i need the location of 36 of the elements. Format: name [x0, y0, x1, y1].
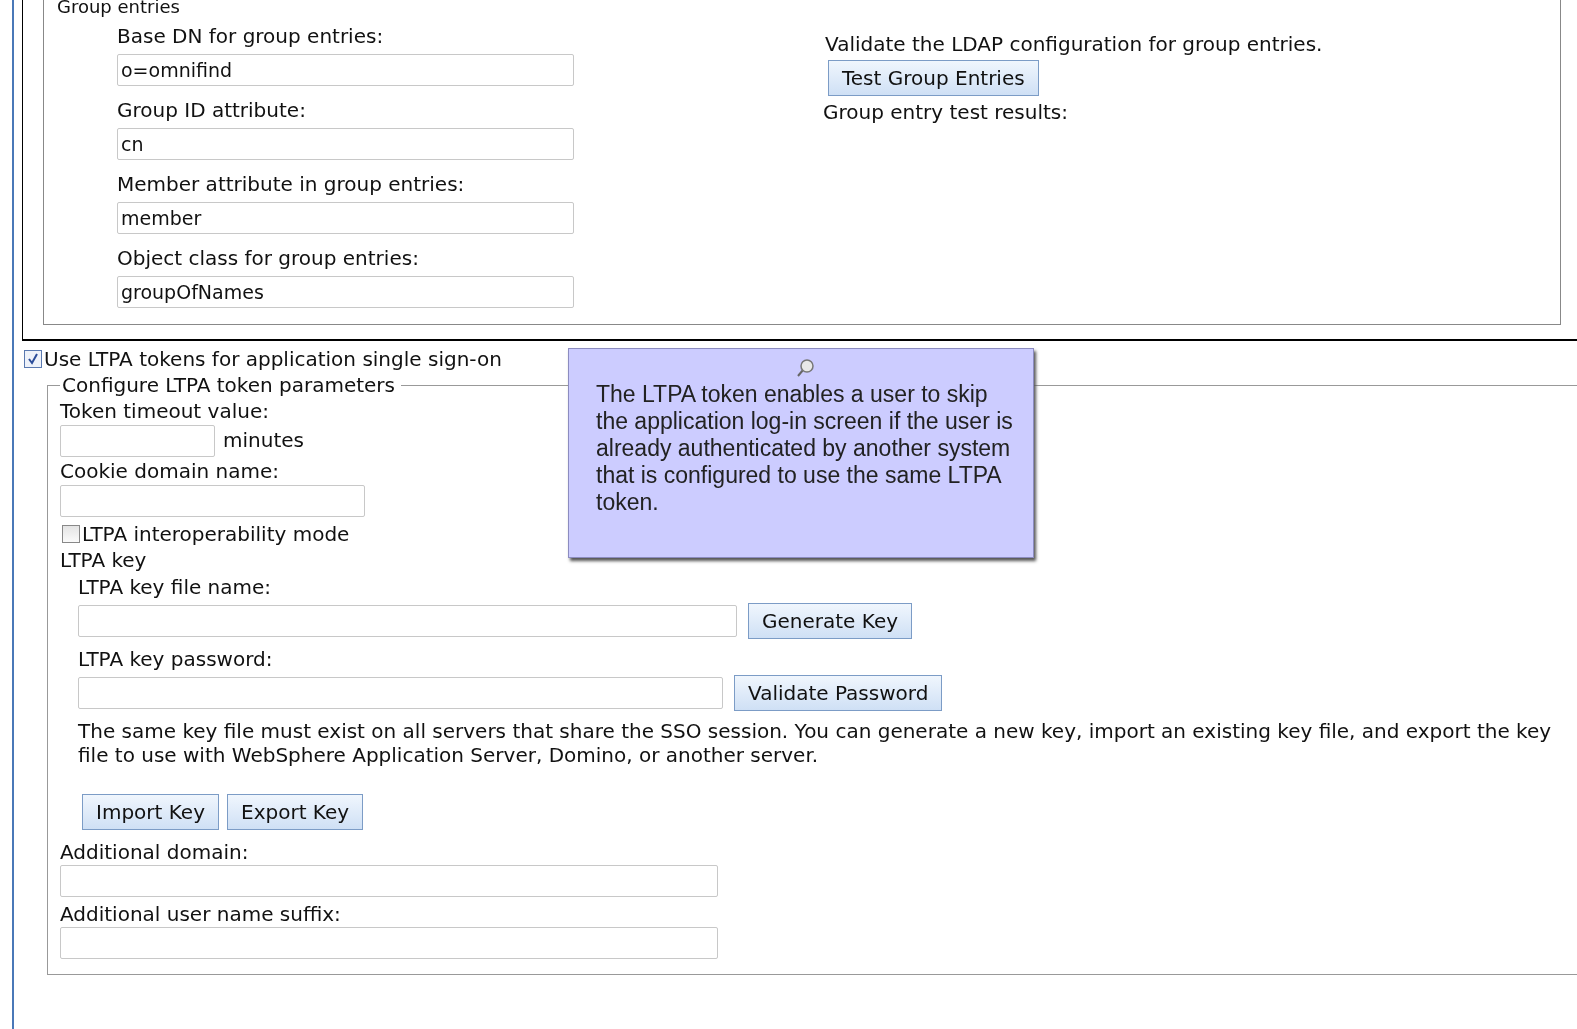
- field-label: Token timeout value:: [60, 399, 269, 423]
- checkbox-label: LTPA interoperability mode: [82, 522, 350, 546]
- field-label: Member attribute in group entries:: [117, 172, 465, 196]
- test-group-entries-button[interactable]: Test Group Entries: [828, 60, 1039, 96]
- key-button[interactable]: Export Key: [227, 794, 364, 830]
- validate-text: Validate the LDAP configuration for group entries.: [825, 32, 1323, 56]
- field-label: Additional domain:: [60, 840, 249, 864]
- user-suffix-field[interactable]: [60, 927, 718, 959]
- results-label: Group entry test results:: [823, 100, 1068, 124]
- checkbox[interactable]: [24, 350, 42, 368]
- field-label: Object class for group entries:: [117, 246, 419, 270]
- cookie-domain-field[interactable]: [60, 485, 365, 517]
- additional-domain-field[interactable]: [60, 865, 718, 897]
- text-field[interactable]: member: [117, 202, 574, 234]
- text-field[interactable]: o=omnifind: [117, 54, 574, 86]
- text-field[interactable]: groupOfNames: [117, 276, 574, 308]
- tooltip-text: The LTPA token enables a user to skip the application log-in screen if the user is already authenticated by another system that is configured to use the same LTPA token.: [596, 381, 1013, 516]
- password-field[interactable]: [78, 677, 723, 709]
- checkbox-label: Use LTPA tokens for application single sign-on: [44, 347, 502, 371]
- note-text: The same key file must exist on all servers that share the SSO session. You can generate a new key, import an existing key file, and export the key file to use with WebSphere Application Server, Domino, or another server.: [78, 719, 1553, 767]
- section-heading: LTPA key: [60, 548, 147, 572]
- text-field[interactable]: cn: [117, 128, 574, 160]
- field-label: Cookie domain name:: [60, 459, 279, 483]
- ltpa-legend: Configure LTPA token parameters: [60, 373, 401, 397]
- field-label: Base DN for group entries:: [117, 24, 384, 48]
- field-label: LTPA key password:: [78, 647, 273, 671]
- checkbox[interactable]: [62, 525, 80, 543]
- key-button[interactable]: Import Key: [82, 794, 219, 830]
- timeout-field[interactable]: [60, 425, 215, 457]
- field-label: LTPA key file name:: [78, 575, 272, 599]
- field-label: Additional user name suffix:: [60, 902, 341, 926]
- field-label: Group ID attribute:: [117, 98, 306, 122]
- unit-label: minutes: [223, 428, 304, 452]
- validate-password-button[interactable]: Validate Password: [734, 675, 943, 711]
- key-file-field[interactable]: [78, 605, 737, 637]
- generate-key-button[interactable]: Generate Key: [748, 603, 913, 639]
